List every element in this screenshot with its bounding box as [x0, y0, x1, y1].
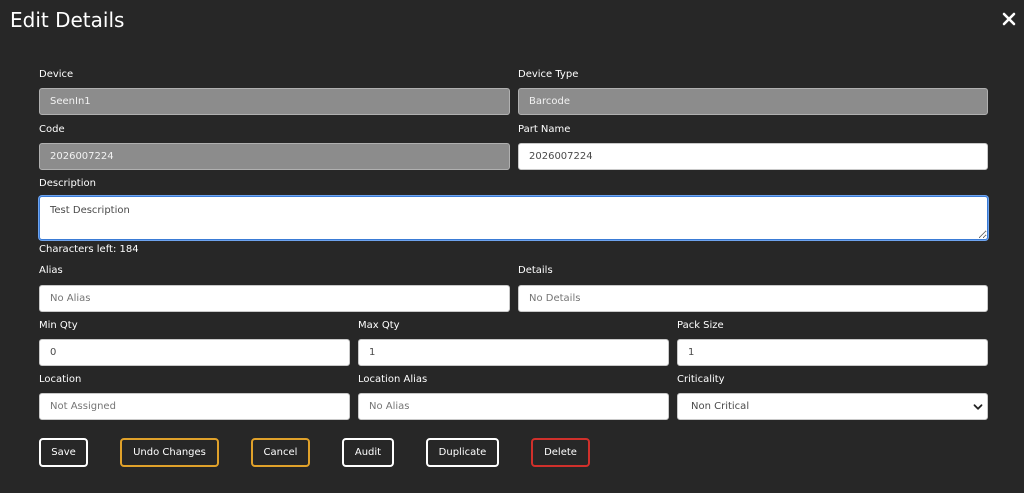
pack-size-label: Pack Size	[677, 320, 724, 331]
device-type-field	[518, 88, 988, 115]
min-qty-label: Min Qty	[39, 320, 78, 331]
edit-details-dialog: Edit Details Device Device Type Code Par…	[0, 0, 1024, 493]
min-qty-input[interactable]	[39, 339, 350, 366]
description-label: Description	[39, 178, 96, 189]
device-type-label: Device Type	[518, 69, 579, 80]
location-input[interactable]	[39, 393, 350, 420]
alias-input[interactable]	[39, 285, 510, 312]
characters-left-counter: Characters left: 184	[39, 244, 139, 255]
close-icon[interactable]	[1002, 12, 1016, 26]
cancel-button[interactable]: Cancel	[251, 438, 310, 467]
criticality-label: Criticality	[677, 374, 725, 385]
details-label: Details	[518, 265, 553, 276]
alias-label: Alias	[39, 265, 63, 276]
location-alias-label: Location Alias	[358, 374, 428, 385]
part-name-input[interactable]	[518, 143, 988, 170]
location-alias-input[interactable]	[358, 393, 669, 420]
save-button[interactable]: Save	[39, 438, 88, 467]
description-textarea[interactable]: Test Description	[39, 196, 988, 240]
criticality-select[interactable]: Non Critical	[677, 393, 988, 420]
part-name-label: Part Name	[518, 124, 571, 135]
delete-button[interactable]: Delete	[531, 438, 590, 467]
undo-changes-button[interactable]: Undo Changes	[120, 438, 219, 467]
audit-button[interactable]: Audit	[342, 438, 394, 467]
pack-size-input[interactable]	[677, 339, 988, 366]
max-qty-label: Max Qty	[358, 320, 400, 331]
duplicate-button[interactable]: Duplicate	[426, 438, 499, 467]
max-qty-input[interactable]	[358, 339, 669, 366]
dialog-title: Edit Details	[10, 8, 125, 32]
code-field	[39, 143, 510, 170]
device-field	[39, 88, 510, 115]
details-input[interactable]	[518, 285, 988, 312]
device-label: Device	[39, 69, 74, 80]
code-label: Code	[39, 124, 65, 135]
location-label: Location	[39, 374, 82, 385]
